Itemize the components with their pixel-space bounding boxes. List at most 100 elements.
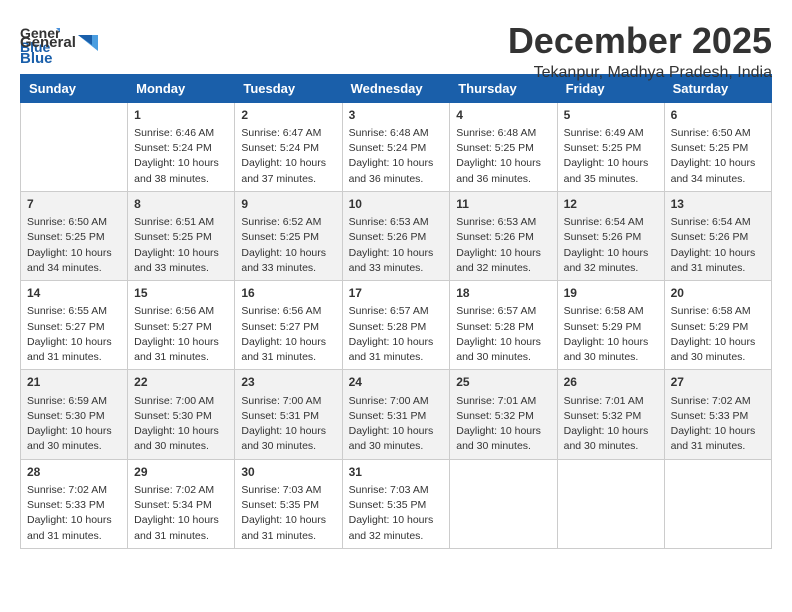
cell-content: Sunrise: 7:02 AM Sunset: 5:33 PM Dayligh… bbox=[27, 483, 121, 544]
day-number: 20 bbox=[671, 285, 765, 302]
calendar-cell: 10 Sunrise: 6:53 AM Sunset: 5:26 PM Dayli… bbox=[342, 191, 450, 280]
day-number: 8 bbox=[134, 196, 228, 213]
cell-content: Sunrise: 7:03 AM Sunset: 5:35 PM Dayligh… bbox=[241, 483, 335, 544]
day-number: 15 bbox=[134, 285, 228, 302]
header-wednesday: Wednesday bbox=[342, 74, 450, 102]
day-number: 24 bbox=[349, 374, 444, 391]
calendar-cell bbox=[664, 459, 771, 548]
calendar-cell: 11Sunrise: 6:53 AM Sunset: 5:26 PM Dayli… bbox=[450, 191, 557, 280]
day-number: 30 bbox=[241, 464, 335, 481]
header-monday: Monday bbox=[128, 74, 235, 102]
cell-content: Sunrise: 6:48 AM Sunset: 5:24 PM Dayligh… bbox=[349, 126, 444, 187]
cell-content: Sunrise: 7:00 AM Sunset: 5:31 PM Dayligh… bbox=[241, 394, 335, 455]
calendar-cell: 8 Sunrise: 6:51 AM Sunset: 5:25 PM Daylig… bbox=[128, 191, 235, 280]
calendar-cell: 28 Sunrise: 7:02 AM Sunset: 5:33 PM Dayli… bbox=[21, 459, 128, 548]
calendar-cell: 16 Sunrise: 6:56 AM Sunset: 5:27 PM Dayli… bbox=[235, 281, 342, 370]
cell-content: Sunrise: 6:57 AM Sunset: 5:28 PM Dayligh… bbox=[349, 304, 444, 365]
day-number: 26 bbox=[564, 374, 658, 391]
calendar-cell: 9 Sunrise: 6:52 AM Sunset: 5:25 PM Daylig… bbox=[235, 191, 342, 280]
calendar-cell: 18Sunrise: 6:57 AM Sunset: 5:28 PM Dayli… bbox=[450, 281, 557, 370]
calendar-cell: 6 Sunrise: 6:50 AM Sunset: 5:25 PM Daylig… bbox=[664, 102, 771, 191]
cell-content: Sunrise: 6:55 AM Sunset: 5:27 PM Dayligh… bbox=[27, 304, 121, 365]
cell-content: Sunrise: 6:50 AM Sunset: 5:25 PM Dayligh… bbox=[671, 126, 765, 187]
day-number: 9 bbox=[241, 196, 335, 213]
calendar-cell: 25 Sunrise: 7:01 AM Sunset: 5:32 PM Dayli… bbox=[450, 370, 557, 459]
day-number: 17 bbox=[349, 285, 444, 302]
logo-arrow-icon bbox=[78, 35, 98, 51]
cell-content: Sunrise: 6:56 AM Sunset: 5:27 PM Dayligh… bbox=[241, 304, 335, 365]
cell-content: Sunrise: 6:50 AM Sunset: 5:25 PM Dayligh… bbox=[27, 215, 121, 276]
cell-content: Sunrise: 6:58 AM Sunset: 5:29 PM Dayligh… bbox=[564, 304, 658, 365]
calendar-cell: 17 Sunrise: 6:57 AM Sunset: 5:28 PM Dayli… bbox=[342, 281, 450, 370]
calendar-cell: 30 Sunrise: 7:03 AM Sunset: 5:35 PM Dayli… bbox=[235, 459, 342, 548]
calendar-cell: 21 Sunrise: 6:59 AM Sunset: 5:30 PM Dayli… bbox=[21, 370, 128, 459]
day-number: 22 bbox=[134, 374, 228, 391]
calendar-week-row: 21 Sunrise: 6:59 AM Sunset: 5:30 PM Dayli… bbox=[21, 370, 772, 459]
cell-content: Sunrise: 6:48 AM Sunset: 5:25 PM Dayligh… bbox=[456, 126, 550, 187]
cell-content: Sunrise: 6:56 AM Sunset: 5:27 PM Dayligh… bbox=[134, 304, 228, 365]
day-number: 10 bbox=[349, 196, 444, 213]
cell-content: Sunrise: 7:00 AM Sunset: 5:30 PM Dayligh… bbox=[134, 394, 228, 455]
header-tuesday: Tuesday bbox=[235, 74, 342, 102]
day-number: 13 bbox=[671, 196, 765, 213]
day-number: 12 bbox=[564, 196, 658, 213]
calendar-cell bbox=[557, 459, 664, 548]
calendar-cell: 19Sunrise: 6:58 AM Sunset: 5:29 PM Dayli… bbox=[557, 281, 664, 370]
day-number: 7 bbox=[27, 196, 121, 213]
calendar-cell: 5 Sunrise: 6:49 AM Sunset: 5:25 PM Daylig… bbox=[557, 102, 664, 191]
cell-content: Sunrise: 6:54 AM Sunset: 5:26 PM Dayligh… bbox=[564, 215, 658, 276]
day-number: 31 bbox=[349, 464, 444, 481]
cell-content: Sunrise: 7:00 AM Sunset: 5:31 PM Dayligh… bbox=[349, 394, 444, 455]
day-number: 6 bbox=[671, 107, 765, 124]
day-number: 21 bbox=[27, 374, 121, 391]
calendar-cell: 3Sunrise: 6:48 AM Sunset: 5:24 PM Daylig… bbox=[342, 102, 450, 191]
day-number: 27 bbox=[671, 374, 765, 391]
cell-content: Sunrise: 6:57 AM Sunset: 5:28 PM Dayligh… bbox=[456, 304, 550, 365]
day-number: 25 bbox=[456, 374, 550, 391]
logo-general: General bbox=[20, 35, 76, 50]
cell-content: Sunrise: 6:54 AM Sunset: 5:26 PM Dayligh… bbox=[671, 215, 765, 276]
calendar-cell: 12 Sunrise: 6:54 AM Sunset: 5:26 PM Dayli… bbox=[557, 191, 664, 280]
cell-content: Sunrise: 6:51 AM Sunset: 5:25 PM Dayligh… bbox=[134, 215, 228, 276]
calendar-cell: 23 Sunrise: 7:00 AM Sunset: 5:31 PM Dayli… bbox=[235, 370, 342, 459]
calendar-cell: 22 Sunrise: 7:00 AM Sunset: 5:30 PM Dayli… bbox=[128, 370, 235, 459]
day-number: 28 bbox=[27, 464, 121, 481]
calendar-week-row: 28 Sunrise: 7:02 AM Sunset: 5:33 PM Dayli… bbox=[21, 459, 772, 548]
calendar-cell: 27 Sunrise: 7:02 AM Sunset: 5:33 PM Dayli… bbox=[664, 370, 771, 459]
logo-blue: Blue bbox=[20, 51, 53, 66]
cell-content: Sunrise: 6:49 AM Sunset: 5:25 PM Dayligh… bbox=[564, 126, 658, 187]
cell-content: Sunrise: 6:46 AM Sunset: 5:24 PM Dayligh… bbox=[134, 126, 228, 187]
calendar-cell: 14 Sunrise: 6:55 AM Sunset: 5:27 PM Dayli… bbox=[21, 281, 128, 370]
calendar-cell: 20 Sunrise: 6:58 AM Sunset: 5:29 PM Dayli… bbox=[664, 281, 771, 370]
day-number: 5 bbox=[564, 107, 658, 124]
calendar-cell bbox=[450, 459, 557, 548]
cell-content: Sunrise: 6:58 AM Sunset: 5:29 PM Dayligh… bbox=[671, 304, 765, 365]
calendar-cell bbox=[21, 102, 128, 191]
calendar-table: SundayMondayTuesdayWednesdayThursdayFrid… bbox=[20, 74, 772, 549]
day-number: 23 bbox=[241, 374, 335, 391]
calendar-week-row: 1 Sunrise: 6:46 AM Sunset: 5:24 PM Daylig… bbox=[21, 102, 772, 191]
cell-content: Sunrise: 7:01 AM Sunset: 5:32 PM Dayligh… bbox=[564, 394, 658, 455]
calendar-cell: 15 Sunrise: 6:56 AM Sunset: 5:27 PM Dayli… bbox=[128, 281, 235, 370]
calendar-cell: 1 Sunrise: 6:46 AM Sunset: 5:24 PM Daylig… bbox=[128, 102, 235, 191]
day-number: 14 bbox=[27, 285, 121, 302]
calendar-week-row: 7 Sunrise: 6:50 AM Sunset: 5:25 PM Daylig… bbox=[21, 191, 772, 280]
calendar-cell: 29Sunrise: 7:02 AM Sunset: 5:34 PM Dayli… bbox=[128, 459, 235, 548]
day-number: 16 bbox=[241, 285, 335, 302]
day-number: 4 bbox=[456, 107, 550, 124]
day-number: 29 bbox=[134, 464, 228, 481]
cell-content: Sunrise: 7:03 AM Sunset: 5:35 PM Dayligh… bbox=[349, 483, 444, 544]
cell-content: Sunrise: 7:02 AM Sunset: 5:33 PM Dayligh… bbox=[671, 394, 765, 455]
day-number: 11 bbox=[456, 196, 550, 213]
header-sunday: Sunday bbox=[21, 74, 128, 102]
calendar-cell: 31 Sunrise: 7:03 AM Sunset: 5:35 PM Dayli… bbox=[342, 459, 450, 548]
cell-content: Sunrise: 7:01 AM Sunset: 5:32 PM Dayligh… bbox=[456, 394, 550, 455]
cell-content: Sunrise: 6:52 AM Sunset: 5:25 PM Dayligh… bbox=[241, 215, 335, 276]
cell-content: Sunrise: 6:53 AM Sunset: 5:26 PM Dayligh… bbox=[349, 215, 444, 276]
cell-content: Sunrise: 6:47 AM Sunset: 5:24 PM Dayligh… bbox=[241, 126, 335, 187]
day-number: 2 bbox=[241, 107, 335, 124]
day-number: 1 bbox=[134, 107, 228, 124]
calendar-cell: 26 Sunrise: 7:01 AM Sunset: 5:32 PM Dayli… bbox=[557, 370, 664, 459]
location-title: Tekanpur, Madhya Pradesh, India bbox=[508, 64, 772, 82]
cell-content: Sunrise: 6:59 AM Sunset: 5:30 PM Dayligh… bbox=[27, 394, 121, 455]
